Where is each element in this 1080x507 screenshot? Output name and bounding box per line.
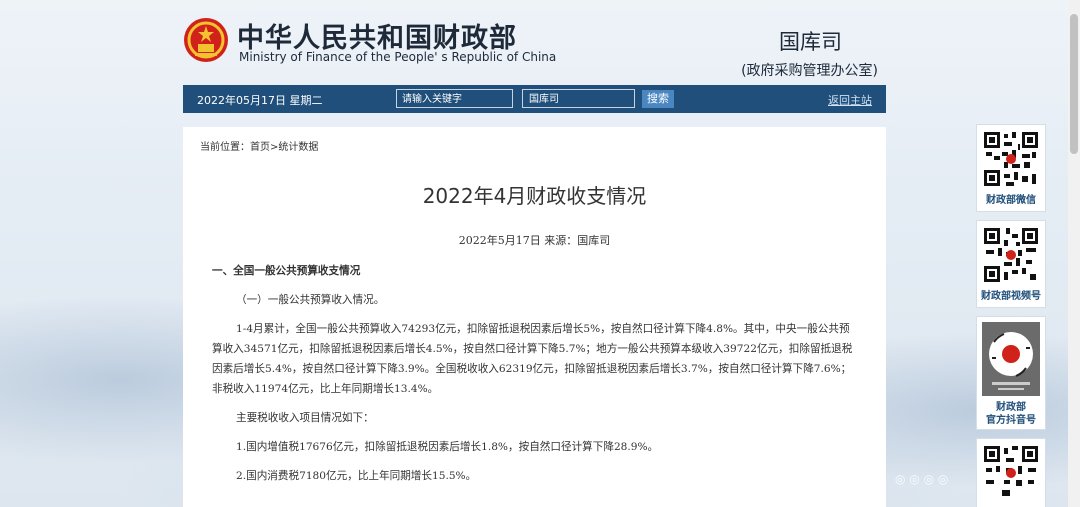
scrollbar[interactable] (1068, 0, 1080, 507)
qr-code-icon (982, 444, 1040, 502)
paragraph: 主要税收收入项目情况如下： (236, 412, 374, 424)
watermark: ◎ ◎ ◎ ◎ (895, 472, 949, 486)
site-header: 中华人民共和国财政部 Ministry of Finance of the Pe… (183, 10, 886, 82)
video-qr-card[interactable]: 财政部视频号 (976, 220, 1046, 308)
page-title: 2022年4月财政收支情况 (422, 184, 647, 208)
ministry-title-en: Ministry of Finance of the People' s Rep… (239, 50, 557, 64)
keyword-input[interactable]: 请输入关键字 (396, 89, 513, 108)
douyin-qr-card[interactable]: 财政部 官方抖音号 (976, 316, 1046, 430)
department-subtitle: (政府采购管理办公室) (741, 63, 878, 79)
video-label: 财政部视频号 (981, 291, 1041, 302)
article-panel: 当前位置：首页>统计数据 2022年4月财政收支情况 2022年5月17日 来源… (183, 127, 886, 507)
douyin-code-icon (982, 322, 1040, 396)
back-to-main-link[interactable]: 返回主站 (828, 92, 872, 108)
wechat-qr-card[interactable]: 财政部微信 (976, 124, 1046, 212)
wechat-label: 财政部微信 (986, 195, 1036, 206)
nav-bar: 2022年05月17日 星期二 请输入关键字 国库司 搜索 返回主站 (183, 85, 886, 113)
douyin-label: 财政部 官方抖音号 (986, 402, 1036, 426)
breadcrumb: 当前位置：首页>统计数据 (200, 142, 319, 153)
list-item: 2.国内消费税7180亿元，比上年同期增长15.5%。 (236, 470, 477, 482)
qr-code-icon (982, 130, 1040, 188)
article-meta: 2022年5月17日 来源：国库司 (458, 234, 611, 247)
search-button[interactable]: 搜索 (642, 90, 674, 108)
section-heading: 一、全国一般公共预算收支情况 (212, 265, 361, 277)
subsection-heading: （一）一般公共预算收入情况。 (236, 294, 385, 306)
scope-select[interactable]: 国库司 (522, 89, 635, 108)
scrollbar-thumb[interactable] (1070, 14, 1078, 154)
national-emblem-icon (184, 18, 228, 62)
article-body: 一、全国一般公共预算收支情况 （一）一般公共预算收入情况。 1-4月累计，全国一… (212, 261, 858, 495)
department-name: 国库司 (779, 30, 842, 54)
qr-card[interactable] (976, 438, 1046, 507)
current-date: 2022年05月17日 星期二 (197, 94, 323, 107)
qr-code-icon (982, 226, 1040, 284)
list-item: 1.国内增值税17676亿元，扣除留抵退税因素后增长1.8%，按自然口径计算下降… (236, 441, 659, 453)
paragraph: 1-4月累计，全国一般公共预算收入74293亿元，扣除留抵退税因素后增长5%，按… (212, 323, 853, 395)
